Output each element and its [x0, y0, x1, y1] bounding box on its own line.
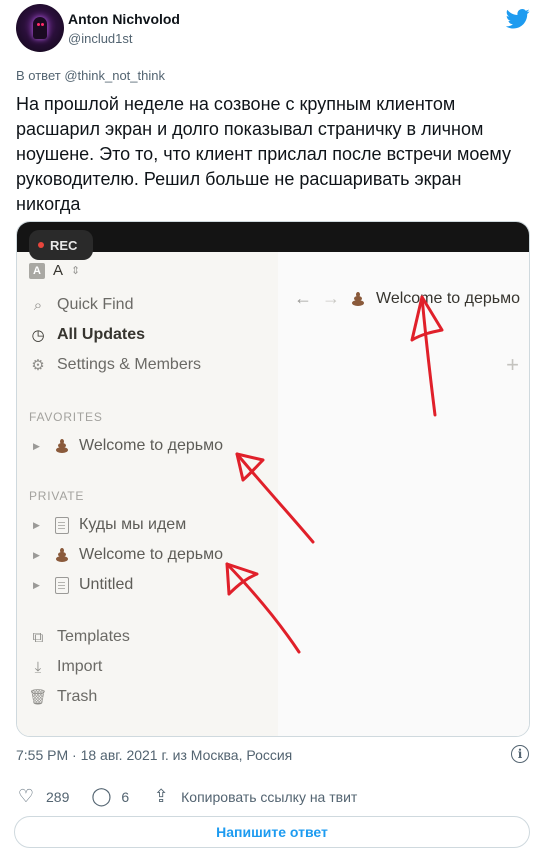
- updown-chevron-icon: ⇕: [71, 265, 81, 277]
- gear-icon: ⚙: [31, 357, 45, 374]
- download-icon: ⤓: [34, 658, 42, 676]
- heart-icon: ♡: [17, 786, 35, 806]
- sidebar-item-label: Quick Find: [57, 296, 134, 313]
- rec-badge: REC: [29, 230, 93, 260]
- sidebar-item-templates[interactable]: ⧉ Templates: [29, 626, 130, 648]
- page-label: Welcome to дерьмо: [79, 546, 223, 563]
- speech-bubble-icon: ◯: [91, 786, 112, 806]
- sidebar-item-label: Templates: [57, 628, 130, 645]
- trash-icon: 🗑: [28, 689, 48, 706]
- sidebar-item-label: All Updates: [57, 326, 146, 343]
- sidebar-item-label: Import: [57, 658, 103, 675]
- author-handle[interactable]: @includ1st: [68, 31, 133, 46]
- clock-icon: ◷: [31, 327, 45, 344]
- reply-count: 6: [121, 788, 130, 805]
- screen-topbar: [17, 222, 529, 252]
- plus-icon[interactable]: +: [506, 352, 519, 378]
- search-icon: ⌕: [33, 296, 43, 314]
- workspace-switcher[interactable]: A A ⇕: [29, 262, 80, 279]
- author-name[interactable]: Anton Nichvolod: [68, 11, 180, 27]
- sidebar-item-import[interactable]: ⤓ Import: [29, 656, 103, 678]
- page-label: Untitled: [79, 576, 134, 593]
- page-label: Welcome to дерьмо: [79, 437, 223, 454]
- private-page-untitled[interactable]: ▶ Untitled: [33, 574, 133, 596]
- document-icon: [55, 576, 69, 594]
- forward-arrow-icon[interactable]: →: [322, 288, 340, 309]
- page-header: ← → Welcome to дерьмо: [294, 288, 520, 309]
- poop-emoji-icon: [54, 548, 70, 562]
- tweet-text: На прошлой неделе на созвоне с крупным к…: [16, 94, 511, 214]
- workspace-icon: A: [29, 262, 45, 279]
- reply-context: В ответ @think_not_think: [16, 68, 165, 83]
- sidebar-item-trash[interactable]: 🗑 Trash: [28, 686, 98, 708]
- info-icon[interactable]: i: [511, 745, 529, 763]
- reply-button[interactable]: ◯ 6: [91, 786, 129, 807]
- page-label: Куды мы идем: [79, 516, 187, 533]
- expand-triangle-icon[interactable]: ▶: [33, 441, 43, 452]
- reply-prefix: В ответ: [16, 68, 61, 83]
- expand-triangle-icon[interactable]: ▶: [33, 520, 43, 531]
- twitter-bird-icon[interactable]: [506, 8, 530, 30]
- templates-icon: ⧉: [32, 628, 44, 646]
- document-icon: [55, 516, 69, 534]
- page-title: Welcome to дерьмо: [376, 289, 520, 307]
- sidebar-item-quick-find[interactable]: ⌕ Quick Find: [29, 294, 134, 316]
- attached-screenshot[interactable]: ← → Welcome to дерьмо + REC A A ⇕ ⌕ Quic…: [16, 221, 530, 737]
- private-page-welcome[interactable]: ▶ Welcome to дерьмо: [33, 544, 223, 566]
- workspace-name: A: [53, 262, 64, 279]
- back-arrow-icon[interactable]: ←: [294, 288, 312, 309]
- write-reply-button[interactable]: Напишите ответ: [14, 816, 530, 848]
- like-count: 289: [46, 788, 70, 805]
- tweet-timestamp[interactable]: 7:55 PM · 18 авг. 2021 г. из Москва, Рос…: [16, 747, 292, 763]
- action-bar: ♡ 289 ◯ 6 ⇪ Копировать ссылку на твит: [16, 786, 379, 807]
- private-page-kudy[interactable]: ▶ Куды мы идем: [33, 514, 186, 536]
- rec-label: REC: [50, 237, 78, 253]
- poop-emoji-icon: [54, 439, 70, 453]
- tweet: Anton Nichvolod @includ1st В ответ @thin…: [0, 0, 543, 860]
- sidebar-item-settings[interactable]: ⚙ Settings & Members: [29, 354, 201, 376]
- expand-triangle-icon[interactable]: ▶: [33, 580, 43, 591]
- copy-link-label: Копировать ссылку на твит: [181, 788, 358, 805]
- private-heading: PRIVATE: [29, 489, 85, 503]
- like-button[interactable]: ♡ 289: [16, 786, 69, 807]
- favorite-page-welcome[interactable]: ▶ Welcome to дерьмо: [33, 435, 223, 457]
- copy-link-button[interactable]: ⇪ Копировать ссылку на твит: [151, 786, 358, 807]
- sidebar-item-label: Trash: [57, 688, 98, 705]
- sidebar-item-all-updates[interactable]: ◷ All Updates: [29, 324, 145, 346]
- sidebar-item-label: Settings & Members: [57, 356, 202, 373]
- notion-main: ← → Welcome to дерьмо +: [278, 252, 529, 736]
- record-dot-icon: [38, 242, 44, 248]
- favorites-heading: FAVORITES: [29, 410, 103, 424]
- avatar[interactable]: [16, 4, 64, 52]
- poop-emoji-icon: [350, 291, 366, 306]
- expand-triangle-icon[interactable]: ▶: [33, 550, 43, 561]
- share-icon: ⇪: [153, 786, 169, 806]
- reply-handle-link[interactable]: @think_not_think: [64, 68, 165, 83]
